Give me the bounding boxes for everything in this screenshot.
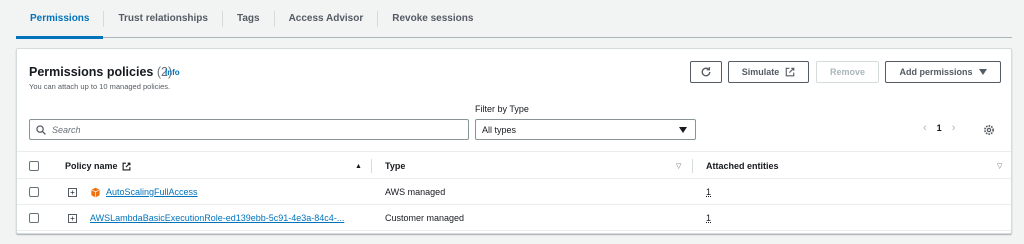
row-checkbox-cell (29, 179, 39, 205)
simulate-label: Simulate (741, 67, 780, 77)
preferences-button[interactable] (983, 123, 995, 141)
external-link-icon (122, 162, 130, 170)
search-field[interactable] (29, 119, 469, 140)
simulate-button[interactable]: Simulate (728, 61, 809, 83)
add-permissions-button[interactable]: Add permissions (885, 61, 1001, 83)
panel-title: Permissions policies (2) (29, 65, 172, 79)
table-row: + AWSLambdaBasicExecutionRole-ed139ebb-5… (17, 205, 1011, 231)
attached-entities-link[interactable]: 1 (706, 187, 711, 197)
aws-managed-cube-icon (91, 187, 100, 197)
attached-entities-count: 1 (706, 205, 711, 231)
current-page[interactable]: 1 (937, 123, 942, 133)
policy-name-cell: AutoScalingFullAccess (90, 179, 198, 205)
column-attached-entities[interactable]: Attached entities (706, 152, 779, 180)
tab-trust-relationships[interactable]: Trust relationships (104, 10, 223, 27)
permissions-policies-panel: Permissions policies (2) Info You can at… (16, 48, 1012, 234)
external-link-icon (785, 67, 795, 77)
select-all-checkbox-cell (29, 152, 39, 180)
remove-label: Remove (829, 67, 865, 77)
expand-row-icon[interactable]: + (68, 213, 77, 223)
column-policy-name-label: Policy name (65, 161, 118, 171)
panel-description: You can attach up to 10 managed policies… (29, 82, 171, 91)
policy-name-link[interactable]: AutoScalingFullAccess (106, 187, 198, 197)
row-checkbox[interactable] (29, 187, 39, 197)
attached-entities-count: 1 (706, 179, 711, 205)
policy-type: AWS managed (385, 187, 446, 197)
type-filter-select[interactable]: All types (475, 119, 696, 140)
tab-permissions[interactable]: Permissions (16, 10, 105, 39)
sort-ascending-icon[interactable]: ▲ (355, 152, 362, 180)
search-icon (36, 124, 46, 135)
table-row: + AutoScalingFullAccess AWS managed 1 (17, 179, 1011, 205)
pagination: ‹ 1 › (923, 122, 955, 134)
expand-row-cell: + (68, 205, 77, 231)
column-divider[interactable] (692, 159, 693, 173)
previous-page-icon[interactable]: ‹ (923, 122, 927, 134)
policy-name-link[interactable]: AWSLambdaBasicExecutionRole-ed139ebb-5c9… (90, 213, 344, 223)
policy-type: Customer managed (385, 213, 465, 223)
settings-gear-icon (984, 125, 994, 135)
tab-access-advisor[interactable]: Access Advisor (275, 10, 379, 27)
tab-revoke-sessions[interactable]: Revoke sessions (378, 11, 487, 27)
search-input[interactable] (52, 124, 452, 135)
sort-icon[interactable]: ▽ (997, 152, 1002, 180)
panel-title-text: Permissions policies (29, 65, 154, 79)
refresh-button[interactable] (690, 61, 722, 83)
add-permissions-label: Add permissions (899, 67, 973, 77)
column-divider[interactable] (371, 159, 372, 173)
tab-bar: Permissions Trust relationships Tags Acc… (16, 0, 1012, 39)
remove-button[interactable]: Remove (816, 61, 879, 83)
tab-tags[interactable]: Tags (223, 10, 275, 27)
policy-name-cell: AWSLambdaBasicExecutionRole-ed139ebb-5c9… (90, 205, 344, 231)
expand-row-cell: + (68, 179, 77, 205)
caret-down-icon (679, 126, 687, 133)
row-checkbox[interactable] (29, 213, 39, 223)
info-link[interactable]: Info (165, 68, 180, 77)
row-checkbox-cell (29, 205, 39, 231)
select-all-checkbox[interactable] (29, 161, 39, 171)
expand-row-icon[interactable]: + (68, 187, 77, 197)
refresh-icon (701, 67, 711, 77)
caret-down-icon (978, 69, 987, 75)
next-page-icon[interactable]: › (952, 122, 956, 134)
attached-entities-link[interactable]: 1 (706, 213, 711, 223)
table-header: Policy name ▲ Type ▽ Attached entities ▽ (17, 151, 1011, 179)
filter-by-type-label: Filter by Type (475, 104, 529, 114)
column-policy-name[interactable]: Policy name (65, 152, 131, 180)
column-type[interactable]: Type (385, 152, 405, 180)
type-filter-value: All types (482, 124, 517, 135)
sort-icon[interactable]: ▽ (676, 152, 681, 180)
